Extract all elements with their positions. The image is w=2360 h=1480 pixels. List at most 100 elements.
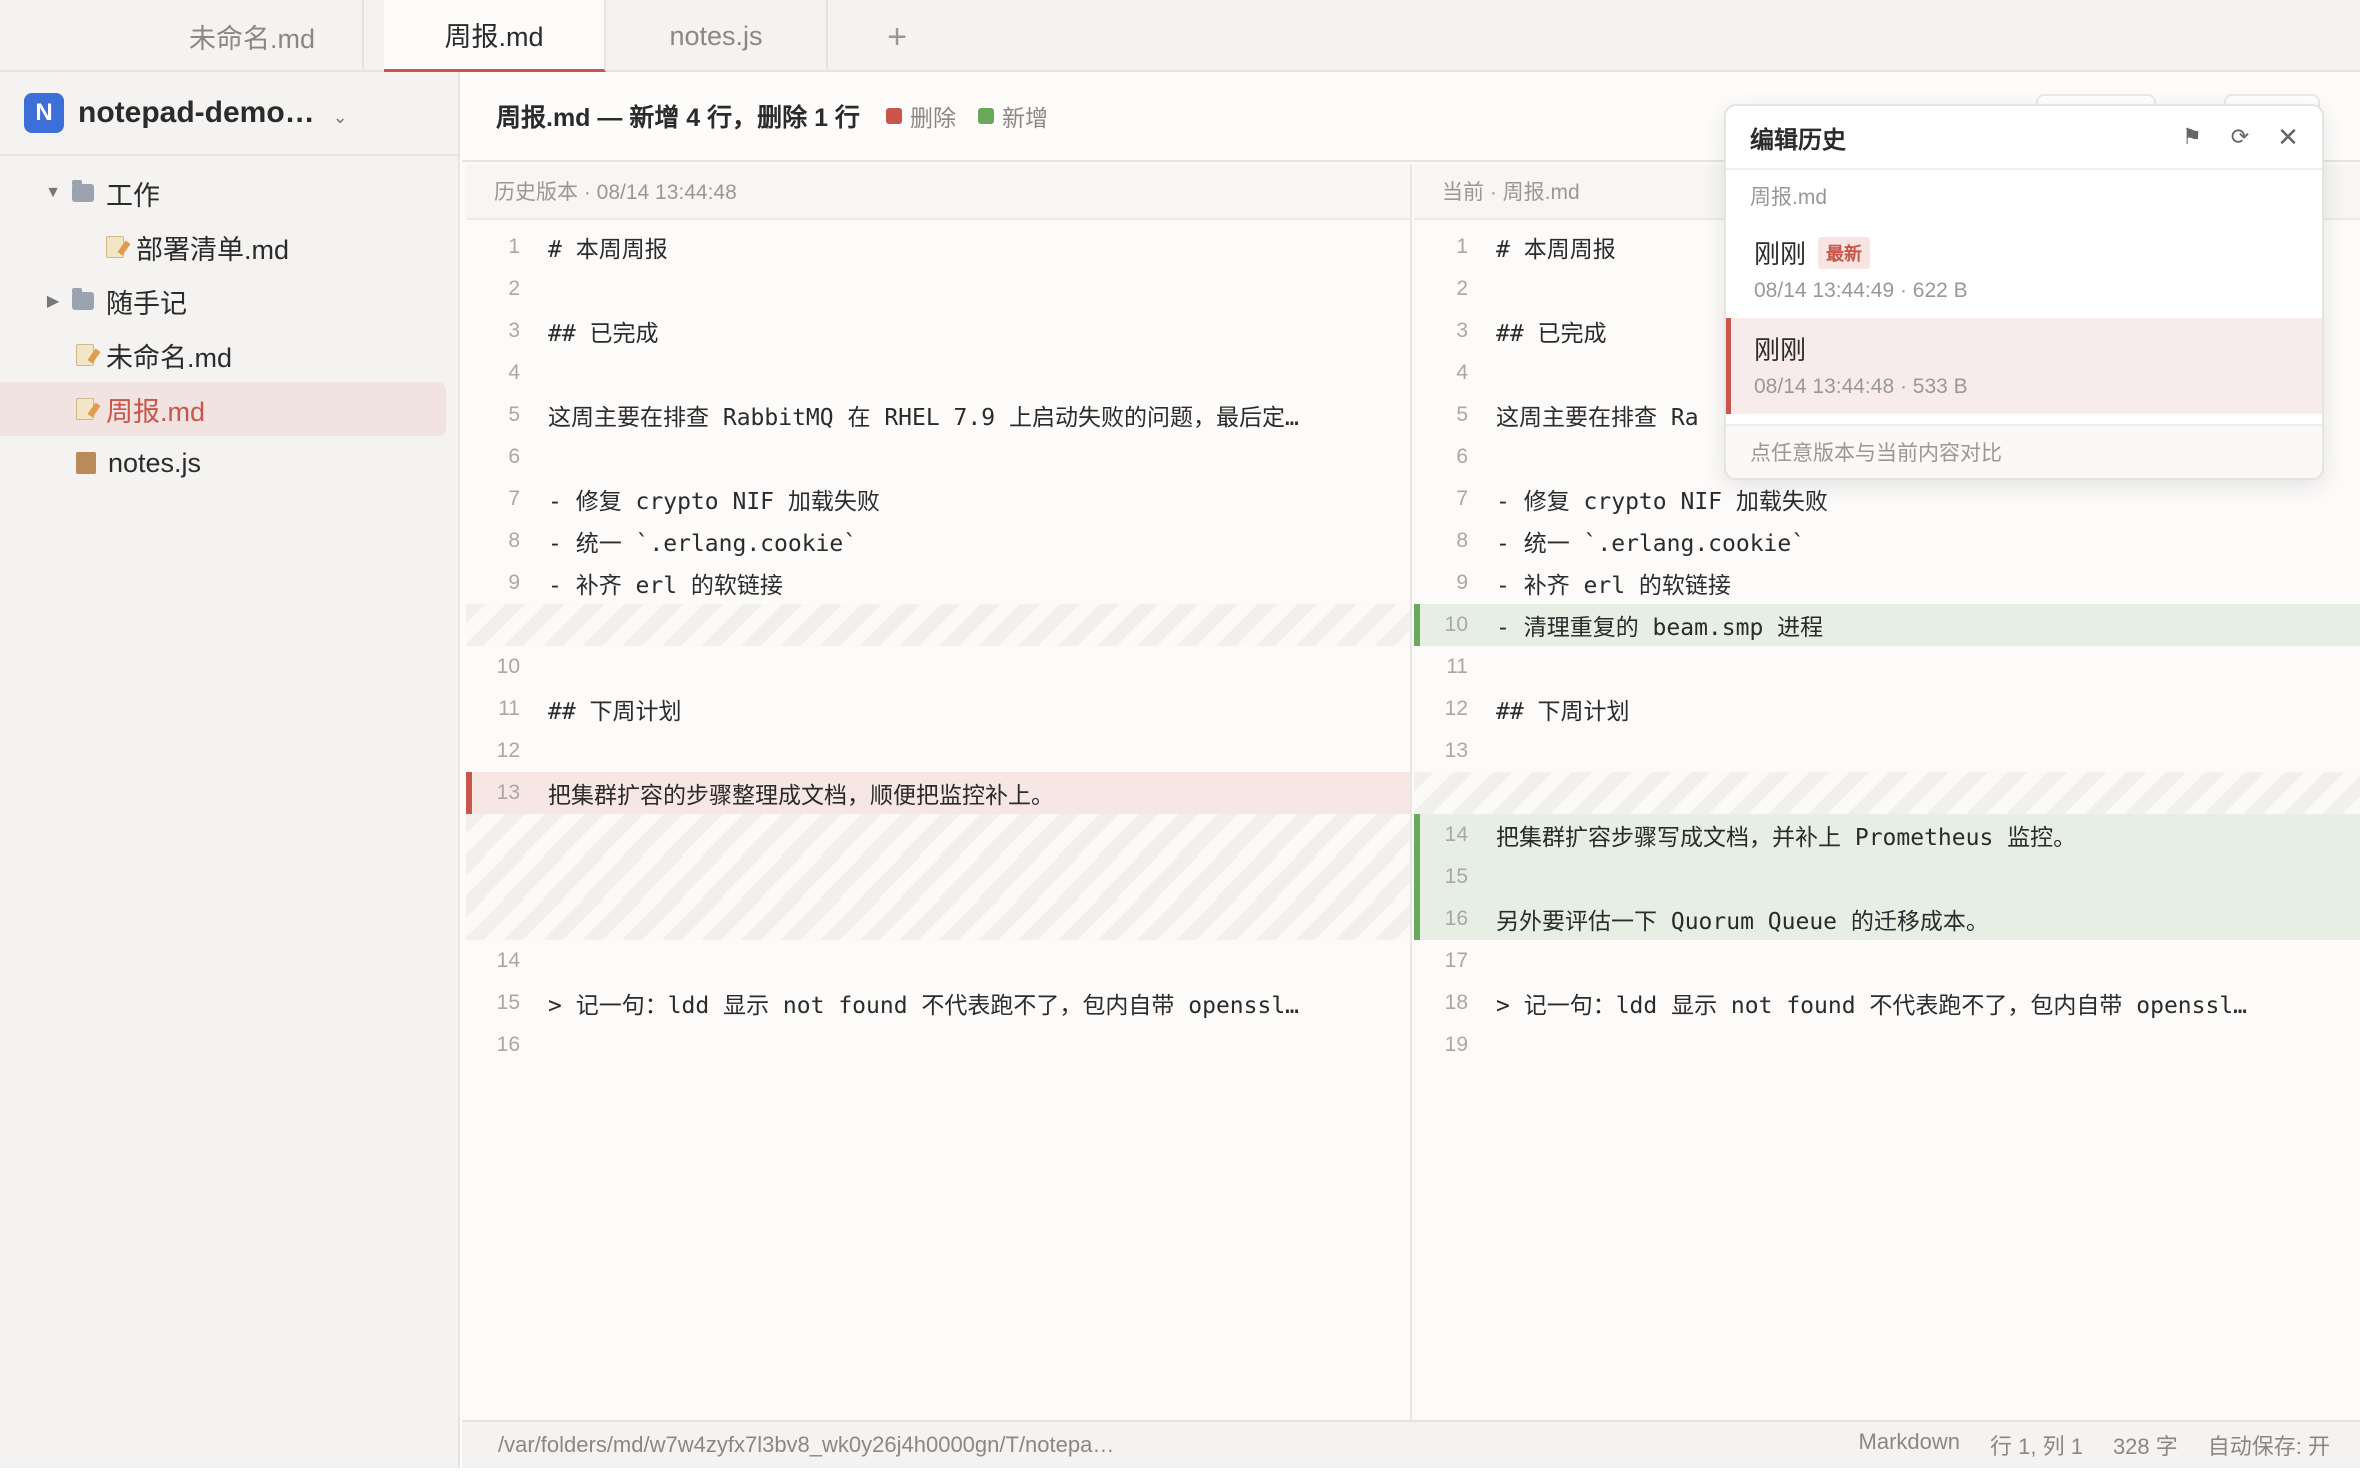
history-version-item-selected[interactable]: 刚刚 08/14 13:44:48 · 533 B xyxy=(1726,318,2322,414)
diff-line: 17 xyxy=(1414,940,2360,982)
left-pane-history: 历史版本 · 08/14 13:44:48 1 # 本周周报 2 3 ## 已完成 4 5 这… xyxy=(466,164,1412,1420)
line-text: > 记一句：ldd 显示 not found 不代表跑不了，包内自带 opens… xyxy=(1496,993,2248,1019)
tab-label: notes.js xyxy=(669,20,763,51)
line-number: 5 xyxy=(508,403,520,426)
tree-item-label: 部署清单.md xyxy=(136,234,290,265)
line-number: 9 xyxy=(1456,571,1468,594)
tab-weekly-report[interactable]: 周报.md xyxy=(384,0,606,72)
file-path: /var/folders/md/w7w4zyfx7l3bv8_wk0y26j4h… xyxy=(498,1432,1115,1457)
diff-line: 8 - 统一 `.erlang.cookie` xyxy=(466,520,1410,562)
line-number: 13 xyxy=(496,781,520,804)
line-text: 这周主要在排查 RabbitMQ 在 RHEL 7.9 上启动失败的问题，最后定… xyxy=(548,405,1299,431)
tab-label: 周报.md xyxy=(444,22,544,52)
line-number: 3 xyxy=(1456,319,1468,342)
latest-badge: 最新 xyxy=(1818,236,1871,269)
diff-line: 2 xyxy=(466,268,1410,310)
line-number: 16 xyxy=(496,1033,520,1056)
flag-icon[interactable]: ⚑ xyxy=(2180,124,2204,150)
line-number: 17 xyxy=(1444,949,1468,972)
diff-line: 13 xyxy=(1414,730,2360,772)
caret-right-icon[interactable]: ▶ xyxy=(44,291,62,311)
tree-file-deploy-checklist[interactable]: 部署清单.md xyxy=(0,220,446,274)
diff-filler-line xyxy=(466,814,1410,856)
diff-added-line: 14 把集群扩容步骤写成文档，并补上 Prometheus 监控。 xyxy=(1414,814,2360,856)
diff-line: 11 xyxy=(1414,646,2360,688)
popover-hint: 点任意版本与当前内容对比 xyxy=(1726,424,2322,478)
js-file-icon xyxy=(76,452,96,474)
close-icon[interactable]: ✕ xyxy=(2276,122,2300,153)
sidebar: N notepad-demo… ⌄ ▼ 工作 部署清单.md ▶ 随手记 未命名… xyxy=(0,72,460,1468)
tab-untitled[interactable]: 未命名.md xyxy=(142,0,364,72)
line-text: ## 下周计划 xyxy=(1496,699,1630,725)
line-text: ## 已完成 xyxy=(548,321,659,347)
diff-line: 1 # 本周周报 xyxy=(466,226,1410,268)
diff-line: 14 xyxy=(466,940,1410,982)
legend-added: 新增 xyxy=(977,99,1048,133)
refresh-icon[interactable]: ⟳ xyxy=(2228,124,2252,150)
tree-file-untitled[interactable]: 未命名.md xyxy=(0,328,446,382)
add-tab-button[interactable]: + xyxy=(872,14,922,60)
line-number: 5 xyxy=(1456,403,1468,426)
line-text: ## 已完成 xyxy=(1496,321,1607,347)
diff-filler-line xyxy=(466,856,1410,898)
line-text: - 统一 `.erlang.cookie` xyxy=(548,531,858,557)
line-number: 8 xyxy=(508,529,520,552)
file-tree: ▼ 工作 部署清单.md ▶ 随手记 未命名.md 周报.md notes.js xyxy=(0,156,458,490)
diff-line: 11 ## 下周计划 xyxy=(466,688,1410,730)
line-number: 1 xyxy=(508,235,520,258)
tab-notes-js[interactable]: notes.js xyxy=(606,0,828,72)
char-count: 328 字 xyxy=(2112,1434,2178,1459)
language-mode[interactable]: Markdown xyxy=(1859,1429,1960,1461)
line-text: ## 下周计划 xyxy=(548,699,682,725)
line-number: 7 xyxy=(508,487,520,510)
diff-line: 12 xyxy=(466,730,1410,772)
line-text: # 本周周报 xyxy=(548,237,668,263)
line-number: 16 xyxy=(1444,907,1468,930)
line-number: 3 xyxy=(508,319,520,342)
tree-folder-work[interactable]: ▼ 工作 xyxy=(0,166,446,220)
diff-line: 10 xyxy=(466,646,1410,688)
version-meta: 08/14 13:44:48 · 533 B xyxy=(1754,375,1968,398)
diff-added-line: 10 - 清理重复的 beam.smp 进程 xyxy=(1414,604,2360,646)
workspace-name: notepad-demo… xyxy=(78,96,315,129)
left-lines[interactable]: 1 # 本周周报 2 3 ## 已完成 4 5 这周主要在排查 RabbitMQ 在 RHEL… xyxy=(466,220,1410,1066)
folder-icon xyxy=(72,180,94,202)
history-version-item[interactable]: 刚刚 最新 08/14 13:44:49 · 622 B xyxy=(1726,222,2322,318)
caret-down-icon[interactable]: ▼ xyxy=(44,184,62,202)
line-text: 把集群扩容的步骤整理成文档，顺便把监控补上。 xyxy=(548,783,1054,809)
left-pane-header: 历史版本 · 08/14 13:44:48 xyxy=(466,164,1410,220)
edit-history-popover: 编辑历史 ⚑ ⟳ ✕ 周报.md 刚刚 最新 08/14 13:44:49 · … xyxy=(1724,104,2324,480)
diff-line: 8 - 统一 `.erlang.cookie` xyxy=(1414,520,2360,562)
history-file-name: 周报.md xyxy=(1750,186,1828,209)
line-number: 19 xyxy=(1444,1033,1468,1056)
line-number: 4 xyxy=(508,361,520,384)
autosave-toggle[interactable]: 自动保存: 开 xyxy=(2208,1429,2330,1461)
legend-deleted-label: 删除 xyxy=(909,105,956,131)
diff-deleted-line: 13 把集群扩容的步骤整理成文档，顺便把监控补上。 xyxy=(466,772,1410,814)
line-number: 12 xyxy=(496,739,520,762)
tab-label: 未命名.md xyxy=(188,23,315,54)
line-number: 2 xyxy=(1456,277,1468,300)
diff-filler-line xyxy=(1414,772,2360,814)
line-number: 14 xyxy=(496,949,520,972)
tree-file-notes-js[interactable]: notes.js xyxy=(0,436,446,490)
chevron-down-icon: ⌄ xyxy=(332,106,348,127)
tab-bar: 未命名.md 周报.md notes.js + xyxy=(0,0,2360,72)
line-text: 这周主要在排查 Ra xyxy=(1496,405,1699,431)
popover-title: 编辑历史 xyxy=(1750,126,1846,154)
diff-line: 16 xyxy=(466,1024,1410,1066)
diff-title: 周报.md — 新增 4 行，删除 1 行 xyxy=(496,104,860,132)
tree-item-label: 未命名.md xyxy=(106,342,233,373)
diff-line: 6 xyxy=(466,436,1410,478)
tree-file-weekly-report[interactable]: 周报.md xyxy=(0,382,446,436)
workspace-switcher[interactable]: N notepad-demo… ⌄ xyxy=(0,72,458,156)
tree-item-label: 周报.md xyxy=(106,396,206,427)
line-text: - 清理重复的 beam.smp 进程 xyxy=(1496,615,1824,641)
line-number: 15 xyxy=(1444,865,1468,888)
plus-icon: + xyxy=(887,17,907,56)
line-text: - 修复 crypto NIF 加载失败 xyxy=(1496,489,1828,515)
line-number: 9 xyxy=(508,571,520,594)
tree-folder-notes[interactable]: ▶ 随手记 xyxy=(0,274,446,328)
legend-deleted: 删除 xyxy=(885,99,956,133)
line-text: - 补齐 erl 的软链接 xyxy=(1496,573,1731,599)
